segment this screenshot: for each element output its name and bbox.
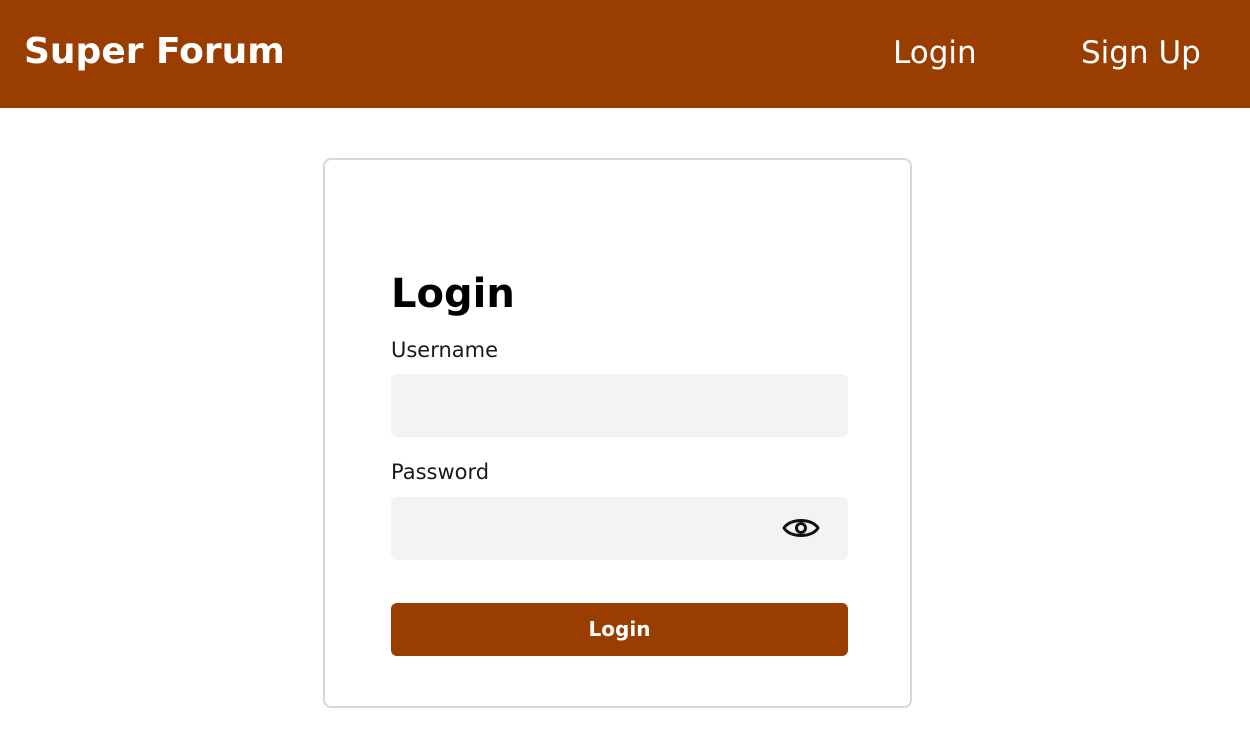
login-title: Login	[391, 271, 515, 317]
eye-icon[interactable]	[781, 513, 821, 543]
nav-login-link[interactable]: Login	[893, 31, 977, 75]
username-input[interactable]	[391, 374, 848, 437]
login-card: Login Username Password Login	[323, 158, 912, 708]
password-label: Password	[391, 460, 490, 484]
password-input[interactable]	[391, 497, 848, 560]
login-submit-button[interactable]: Login	[391, 603, 848, 656]
top-navbar: Super Forum Login Sign Up	[0, 0, 1250, 108]
username-label: Username	[391, 338, 499, 362]
brand-title[interactable]: Super Forum	[24, 30, 285, 74]
nav-signup-link[interactable]: Sign Up	[1081, 31, 1201, 75]
